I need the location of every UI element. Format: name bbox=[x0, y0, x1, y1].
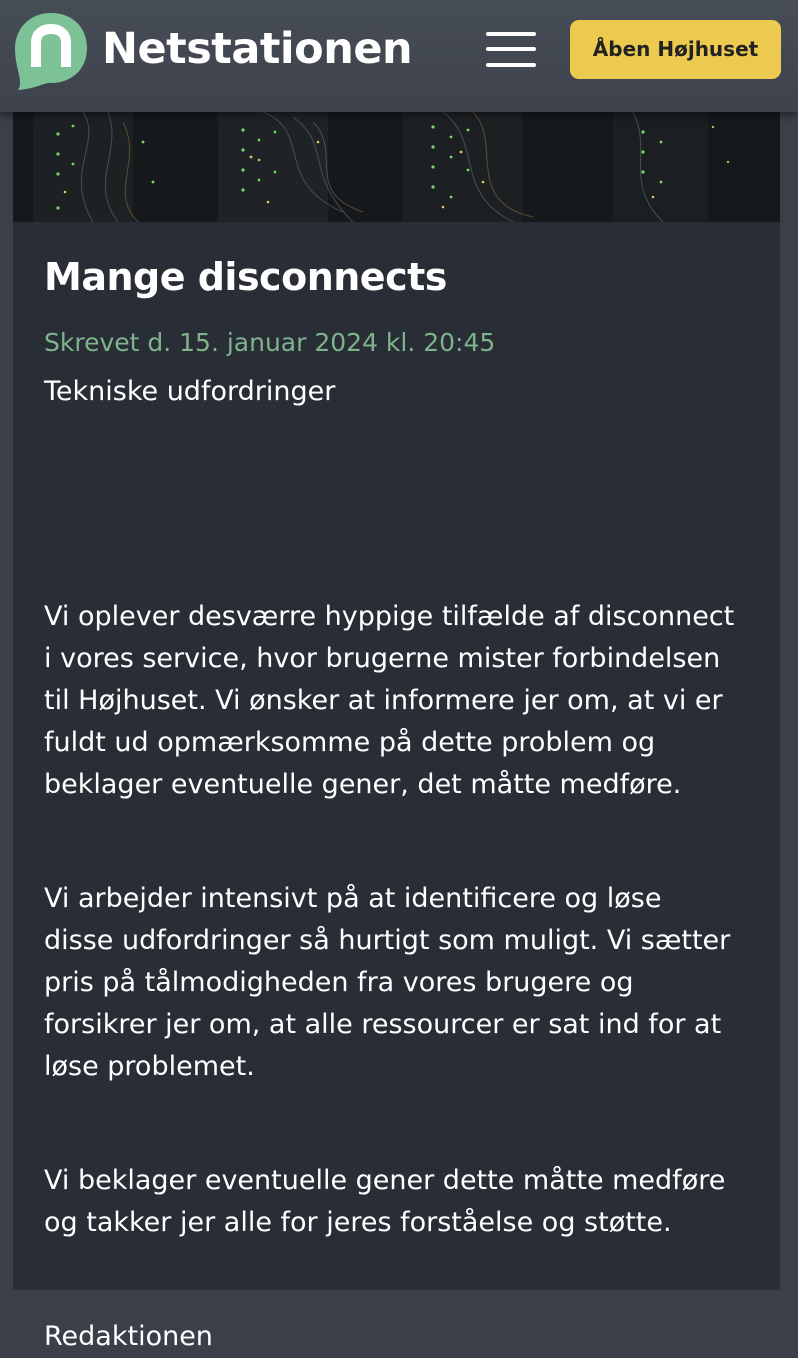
article-date: Skrevet d. 15. januar 2024 kl. 20:45 bbox=[44, 328, 496, 357]
site-header: Netstationen Åben Højhuset bbox=[0, 0, 798, 112]
server-rack-lights-image bbox=[13, 112, 780, 222]
article-paragraph: Vi arbejder intensivt på at identificere… bbox=[44, 878, 764, 1088]
hamburger-menu-icon[interactable] bbox=[484, 30, 538, 70]
article-signoff: Redaktionen bbox=[44, 1321, 213, 1352]
paragraph-line: Vi beklager eventuelle gener dette måtte… bbox=[44, 1165, 726, 1196]
article-paragraph: Vi beklager eventuelle gener dette måtte… bbox=[44, 1160, 764, 1244]
article-category: Tekniske udfordringer bbox=[44, 376, 336, 407]
paragraph-line: fuldt ud opmærksomme på dette problem og bbox=[44, 727, 656, 758]
paragraph-line: i vores service, hvor brugerne mister fo… bbox=[44, 643, 721, 674]
article-paragraph: Vi oplever desværre hyppige tilfælde af … bbox=[44, 596, 764, 806]
article-title: Mange disconnects bbox=[44, 255, 447, 299]
article-card: Mange disconnects Skrevet d. 15. januar … bbox=[13, 112, 780, 1352]
paragraph-line: forsikrer jer om, at alle ressourcer er … bbox=[44, 1009, 722, 1040]
paragraph-line: og takker jer alle for jeres forståelse … bbox=[44, 1207, 672, 1238]
open-hojhuset-button[interactable]: Åben Højhuset bbox=[570, 20, 781, 79]
site-brand-name[interactable]: Netstationen bbox=[102, 20, 413, 78]
paragraph-line: pris på tålmodigheden fra vores brugere … bbox=[44, 967, 634, 998]
menu-bar-line bbox=[486, 47, 536, 51]
paragraph-line: Vi oplever desværre hyppige tilfælde af … bbox=[44, 601, 735, 632]
menu-bar-line bbox=[486, 63, 536, 67]
paragraph-line: disse udfordringer så hurtigt som muligt… bbox=[44, 925, 731, 956]
paragraph-line: Vi arbejder intensivt på at identificere… bbox=[44, 883, 662, 914]
paragraph-line: til Højhuset. Vi ønsker at informere jer… bbox=[44, 685, 723, 716]
paragraph-line: beklager eventuelle gener, det måtte med… bbox=[44, 769, 682, 800]
speech-bubble-logo-icon[interactable] bbox=[12, 10, 90, 92]
paragraph-line: løse problemet. bbox=[44, 1051, 255, 1082]
menu-bar-line bbox=[486, 32, 536, 36]
